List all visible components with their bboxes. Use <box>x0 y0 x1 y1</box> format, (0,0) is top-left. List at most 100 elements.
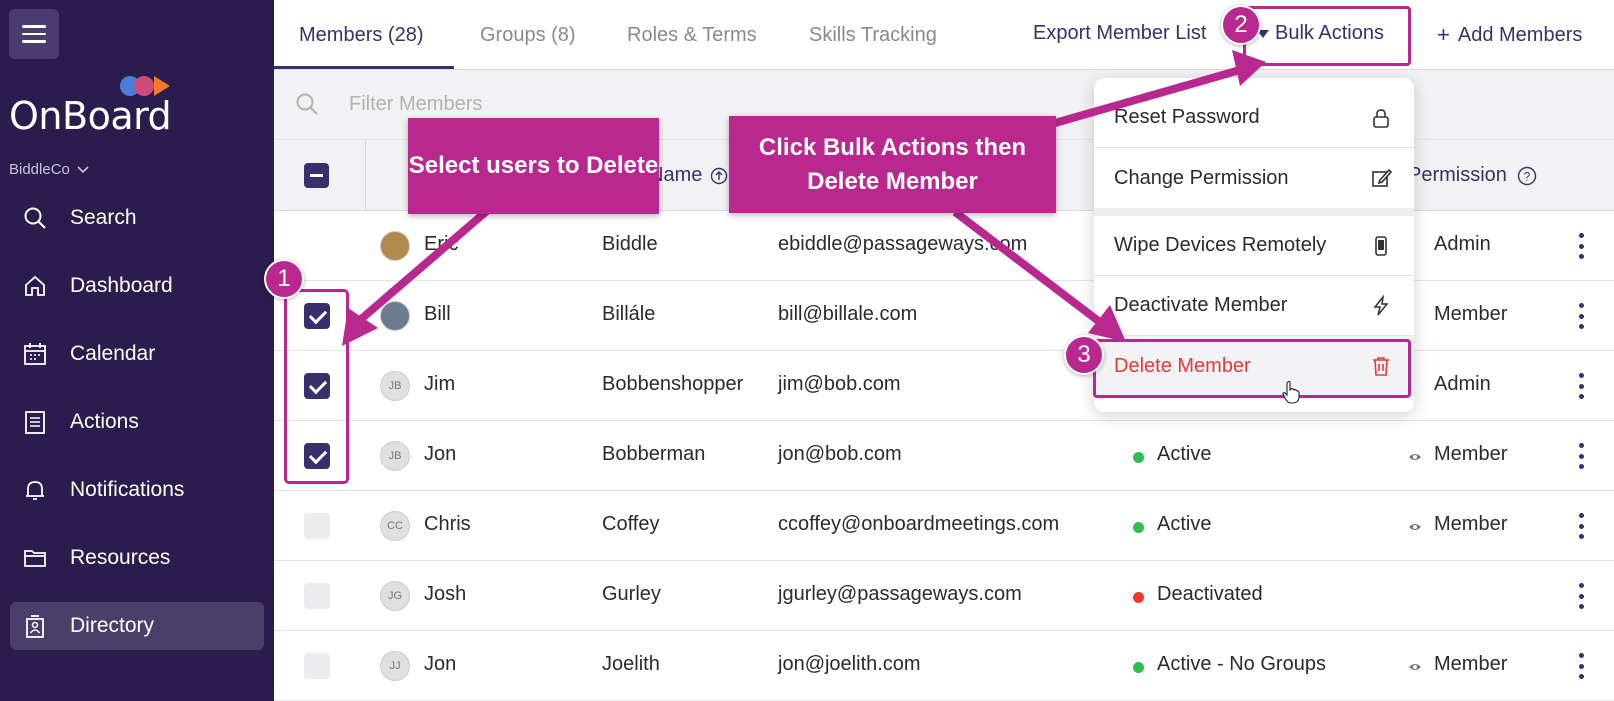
edit-icon <box>1372 168 1392 187</box>
row-more-options-icon[interactable] <box>1578 513 1584 539</box>
sidebar-item-actions[interactable]: Actions <box>10 398 264 446</box>
status-cell: Deactivated <box>1157 583 1263 605</box>
permission-header[interactable]: Permission ? <box>1408 164 1537 187</box>
bulk-actions-highlight <box>1243 6 1411 66</box>
plus-icon: + <box>1437 22 1450 47</box>
phone-icon <box>1375 236 1387 256</box>
row-more-options-icon[interactable] <box>1578 233 1584 259</box>
sidebar-item-calendar[interactable]: Calendar <box>10 330 264 378</box>
avatar <box>380 231 410 261</box>
active-tab-indicator <box>274 66 454 69</box>
sidebar-item-dashboard[interactable]: Dashboard <box>10 262 264 310</box>
menu-item-change-permission[interactable]: Change Permission <box>1094 148 1414 208</box>
table-row[interactable]: JG Josh Gurley jgurley@passageways.com D… <box>274 561 1614 631</box>
sidebar-item-resources[interactable]: Resources <box>10 534 264 582</box>
avatar: JJ <box>380 651 410 681</box>
row-checkbox[interactable] <box>304 583 330 609</box>
email-cell: ebiddle@passageways.com <box>778 233 1028 255</box>
sidebar-item-label: Directory <box>70 614 155 637</box>
last-name-cell: Gurley <box>602 583 661 605</box>
avatar: JB <box>380 371 410 401</box>
hand-cursor-icon <box>1282 380 1300 404</box>
menu-item-label: Deactivate Member <box>1114 294 1288 316</box>
add-members-button[interactable]: + Add Members <box>1437 22 1582 48</box>
row-more-options-icon[interactable] <box>1578 373 1584 399</box>
first-name-cell: Jon <box>424 653 457 675</box>
home-icon <box>25 275 45 296</box>
permission-cell: Member <box>1434 303 1508 325</box>
status-active-dot <box>1133 522 1144 533</box>
menu-item-deactivate-member[interactable]: Deactivate Member <box>1094 276 1414 336</box>
tab-roles-terms[interactable]: Roles & Terms <box>627 24 757 47</box>
tab-skills-tracking[interactable]: Skills Tracking <box>809 24 937 47</box>
last-name-header[interactable]: Name <box>649 164 728 187</box>
first-name-cell: Chris <box>424 513 471 535</box>
chevron-down-icon <box>77 165 89 173</box>
first-name-cell: Jon <box>424 443 457 465</box>
brand-logo: OnBoard <box>9 94 172 138</box>
help-icon[interactable]: ? <box>1517 166 1537 186</box>
table-row[interactable]: JJ Jon Joelith jon@joelith.com Active - … <box>274 631 1614 701</box>
sidebar-item-search[interactable]: Search <box>10 194 264 242</box>
selected-rows-highlight <box>284 289 349 484</box>
email-cell: jim@bob.com <box>778 373 901 395</box>
step-3-badge: 3 <box>1064 335 1104 375</box>
folder-icon <box>24 550 46 567</box>
select-users-callout: Select users to Delete <box>408 118 659 214</box>
add-members-label: Add Members <box>1457 23 1583 46</box>
last-name-cell: Joelith <box>602 653 660 675</box>
table-row[interactable]: JB Jon Bobberman jon@bob.com Active Memb… <box>274 421 1614 491</box>
org-name: BiddleCo <box>9 161 70 178</box>
last-name-cell: Biddle <box>602 233 658 255</box>
bulk-actions-callout: Click Bulk Actions then Delete Member <box>729 116 1056 213</box>
row-more-options-icon[interactable] <box>1578 303 1584 329</box>
menu-item-wipe-devices[interactable]: Wipe Devices Remotely <box>1094 216 1414 276</box>
permission-cell: Member <box>1434 653 1508 675</box>
sidebar-item-directory[interactable]: Directory <box>10 602 264 650</box>
directory-icon <box>26 615 44 638</box>
avatar: CC <box>380 511 410 541</box>
avatar: JB <box>380 441 410 471</box>
eye-icon <box>1409 664 1421 670</box>
menu-item-reset-password[interactable]: Reset Password <box>1094 88 1414 148</box>
first-name-cell: Eric <box>424 233 459 255</box>
last-name-cell: Coffey <box>602 513 660 535</box>
list-icon <box>25 411 45 434</box>
first-name-cell: Bill <box>424 303 451 325</box>
sidebar: OnBoard BiddleCo Search Dashboard Calend… <box>0 0 274 701</box>
status-deactivated-dot <box>1133 592 1144 603</box>
row-checkbox[interactable] <box>304 513 330 539</box>
row-more-options-icon[interactable] <box>1578 653 1584 679</box>
sidebar-item-notifications[interactable]: Notifications <box>10 466 264 514</box>
first-name-cell: Josh <box>424 583 467 605</box>
delete-member-highlight <box>1093 339 1411 398</box>
row-more-options-icon[interactable] <box>1578 583 1584 609</box>
permission-header-label: Permission <box>1408 164 1507 186</box>
tab-members[interactable]: Members (28) <box>299 24 423 47</box>
filter-members-input[interactable]: Filter Members <box>349 93 482 116</box>
header-divider <box>365 140 366 211</box>
status-active-dot <box>1133 662 1144 673</box>
permission-cell: Admin <box>1434 233 1491 255</box>
org-switcher[interactable]: BiddleCo <box>9 161 90 178</box>
menu-item-label: Wipe Devices Remotely <box>1114 234 1327 256</box>
status-cell: Active <box>1157 443 1212 465</box>
select-all-checkbox[interactable] <box>304 163 329 188</box>
row-checkbox[interactable] <box>304 653 330 679</box>
sidebar-item-label: Search <box>70 206 137 229</box>
lock-icon <box>1373 109 1389 128</box>
tab-groups[interactable]: Groups (8) <box>480 24 576 47</box>
email-cell: jon@joelith.com <box>778 653 921 675</box>
step-2-badge: 2 <box>1221 5 1261 45</box>
calendar-icon <box>24 343 46 365</box>
row-more-options-icon[interactable] <box>1578 443 1584 469</box>
menu-toggle-button[interactable] <box>9 9 59 59</box>
sidebar-item-label: Resources <box>70 546 171 569</box>
table-row[interactable]: CC Chris Coffey ccoffey@onboardmeetings.… <box>274 491 1614 561</box>
export-member-list-link[interactable]: Export Member List <box>1033 22 1206 45</box>
status-cell: Active - No Groups <box>1157 653 1326 675</box>
eye-icon <box>1409 524 1421 530</box>
email-cell: jon@bob.com <box>778 443 902 465</box>
email-cell: jgurley@passageways.com <box>778 583 1022 605</box>
eye-icon <box>1409 454 1421 460</box>
